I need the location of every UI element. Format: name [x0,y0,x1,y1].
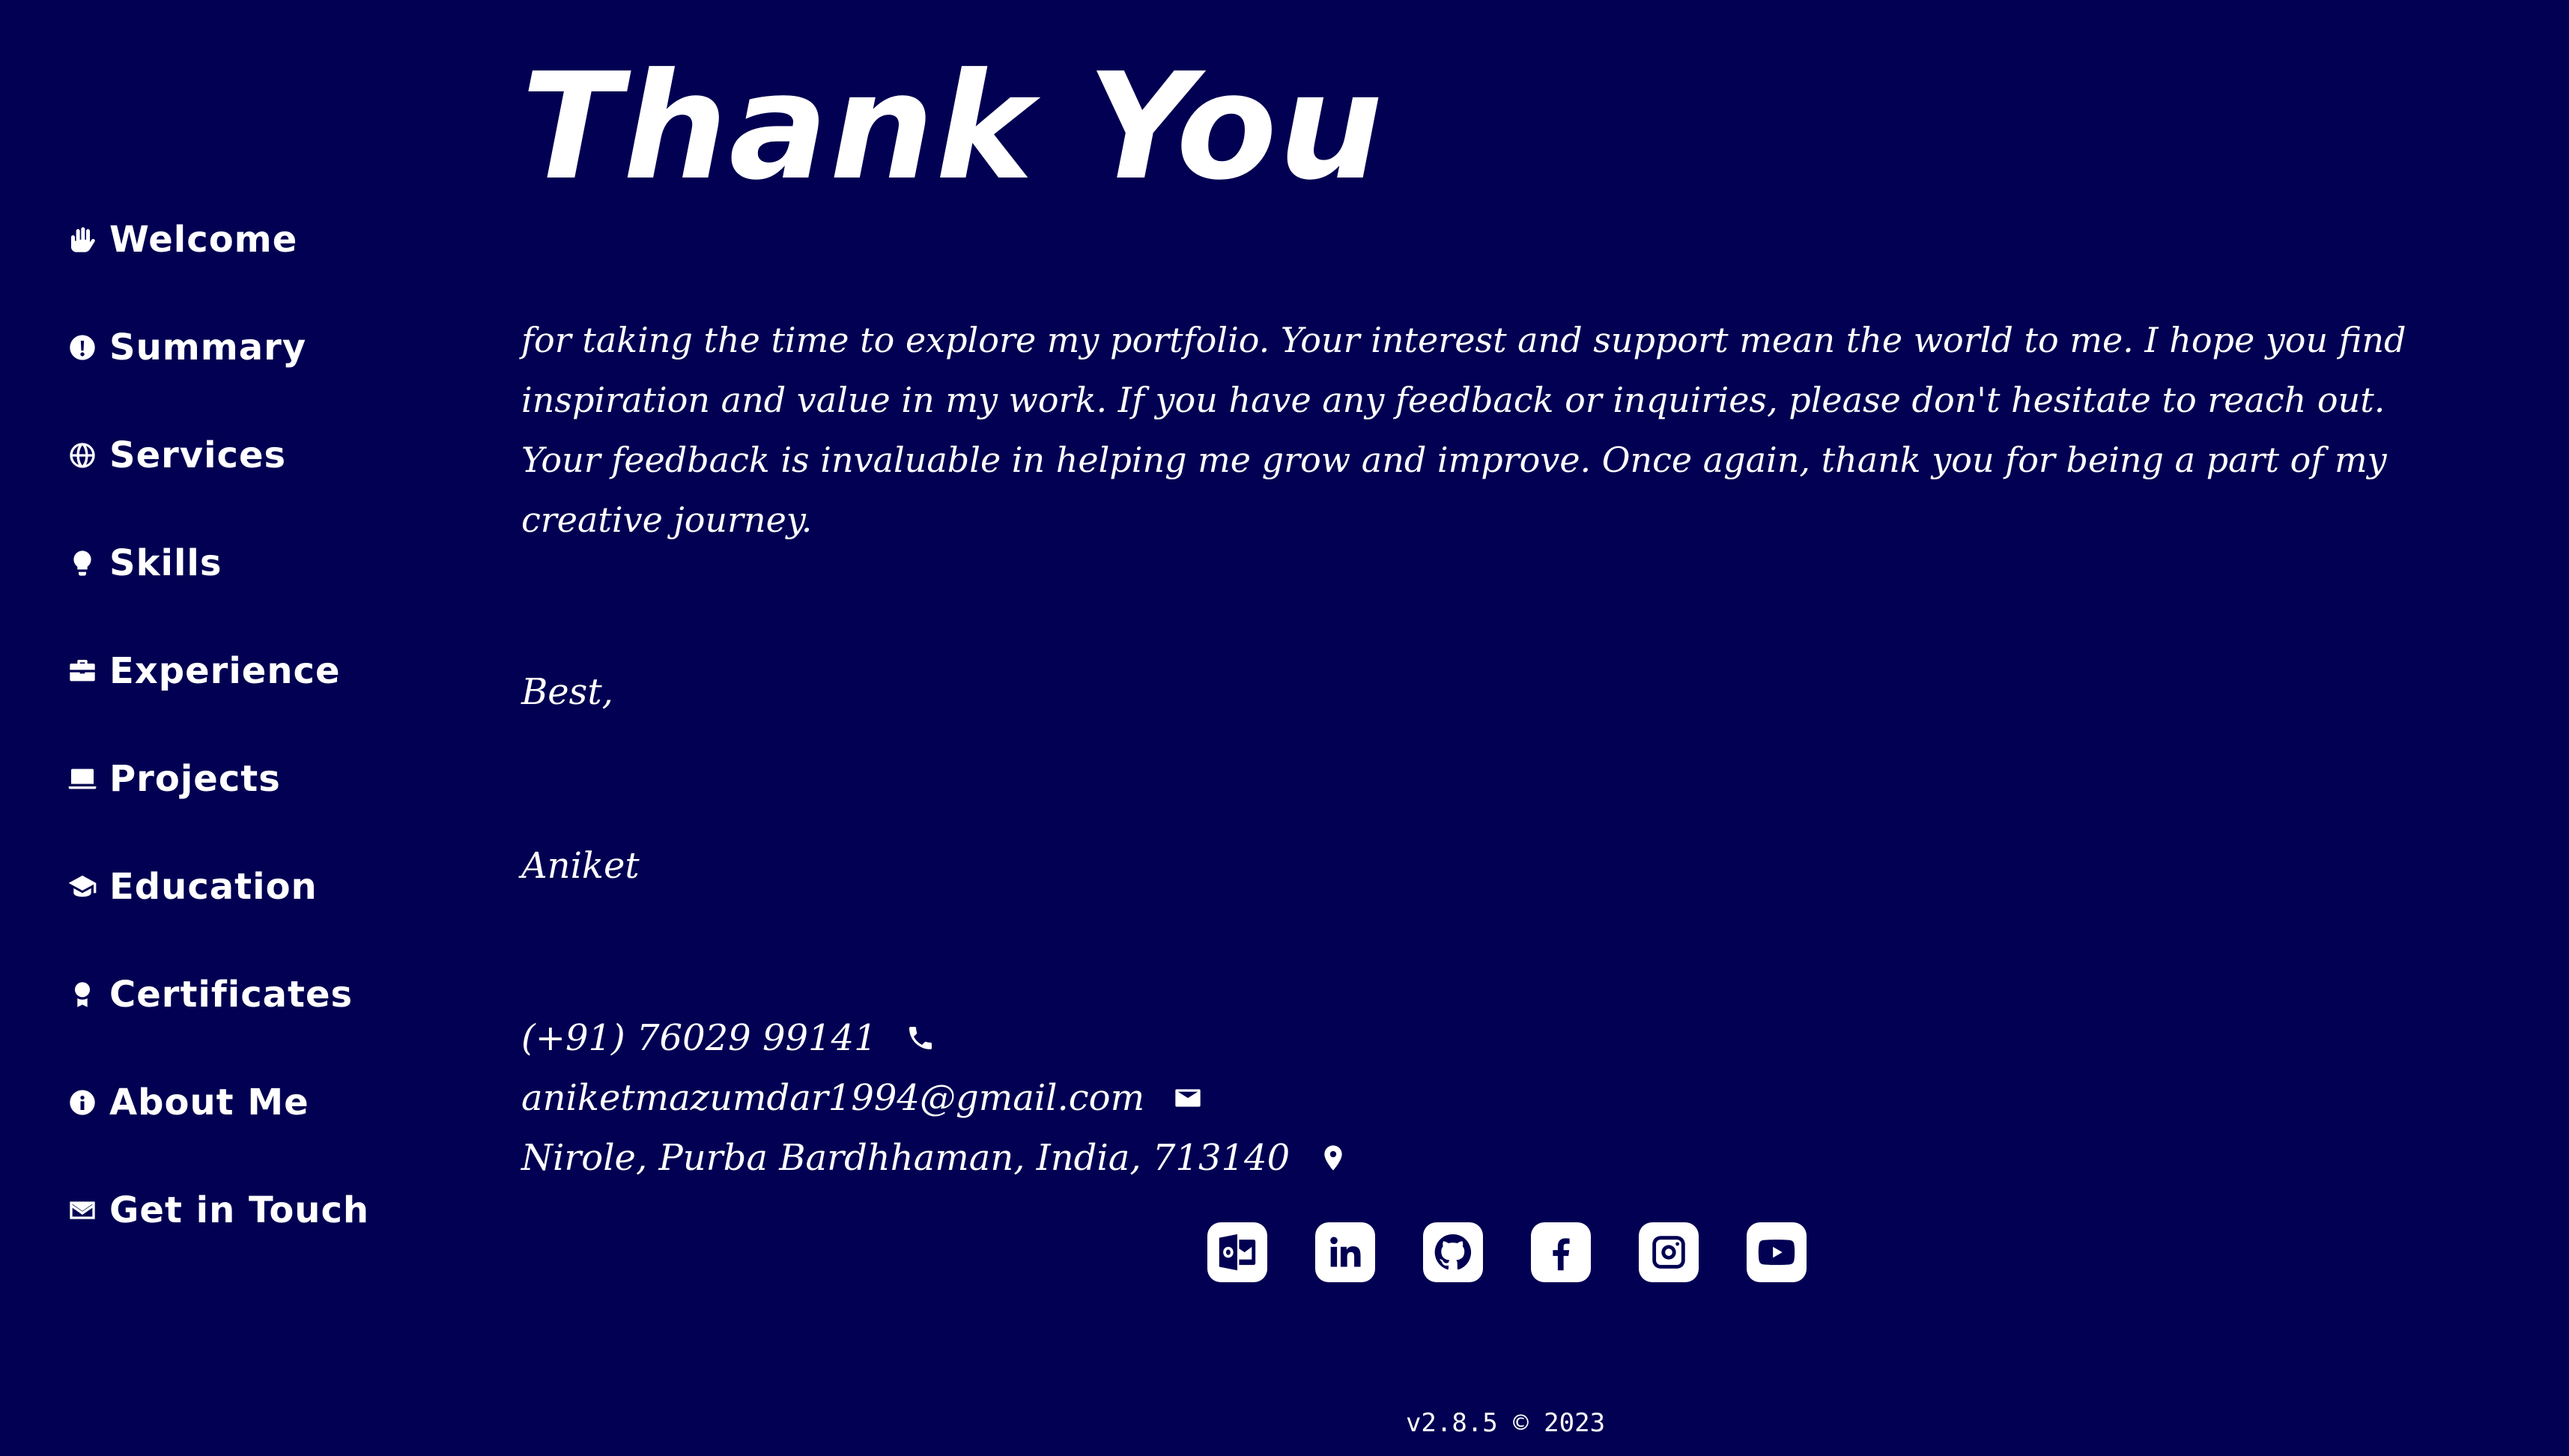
outlook-icon[interactable] [1207,1222,1267,1282]
sidebar-item-about-me[interactable]: About Me [66,1079,485,1126]
contact-info: (+91) 76029 99141 aniketmazumdar1994@gma… [521,1008,2454,1188]
graduation-cap-icon [66,870,99,903]
footer-version: v2.8.5 © 2023 [1405,1408,1606,1438]
sidebar-item-label: About Me [109,1082,309,1123]
page-title: Thank You [521,42,1385,213]
linkedin-icon[interactable] [1315,1222,1375,1282]
sidebar-item-label: Education [109,866,318,908]
signature-name: Aniket [521,845,640,887]
award-icon [66,978,99,1011]
sidebar-item-label: Welcome [109,219,298,261]
sidebar-item-certificates[interactable]: Certificates [66,971,485,1019]
contact-phone-row: (+91) 76029 99141 [521,1008,2454,1068]
main-content: Thank You for taking the time to explore… [521,45,2454,1188]
location-pin-icon [1317,1141,1350,1174]
sidebar-item-education[interactable]: Education [66,863,485,911]
sidebar-item-label: Certificates [109,974,354,1016]
sidebar-item-label: Summary [109,327,307,368]
sidebar-item-summary[interactable]: Summary [66,324,485,371]
laptop-icon [66,762,99,795]
sidebar-item-label: Skills [109,542,222,584]
sidebar-item-welcome[interactable]: Welcome [66,216,485,264]
phone-number[interactable]: (+91) 76029 99141 [521,1017,877,1059]
address-text: Nirole, Purba Bardhhaman, India, 713140 [521,1137,1290,1179]
waving-hand-icon [66,223,99,256]
lightbulb-icon [66,547,99,580]
page: Welcome Summary Services Skills Experien… [0,0,2569,1456]
youtube-icon[interactable] [1747,1222,1807,1282]
sidebar-item-projects[interactable]: Projects [66,755,485,803]
sidebar-item-label: Experience [109,650,341,692]
sidebar-item-label: Projects [109,758,281,800]
globe-icon [66,439,99,472]
phone-icon [904,1022,937,1055]
sidebar-item-services[interactable]: Services [66,431,485,479]
sidebar-item-experience[interactable]: Experience [66,647,485,695]
sidebar-item-skills[interactable]: Skills [66,539,485,587]
signoff-text: Best, [521,671,613,713]
social-links [1207,1222,1807,1282]
briefcase-icon [66,655,99,688]
sidebar-item-label: Get in Touch [109,1189,370,1231]
facebook-icon[interactable] [1531,1222,1591,1282]
github-icon[interactable] [1423,1222,1483,1282]
email-address[interactable]: aniketmazumdar1994@gmail.com [521,1077,1144,1119]
sidebar-item-get-in-touch[interactable]: Get in Touch [66,1186,485,1234]
contact-address-row: Nirole, Purba Bardhhaman, India, 713140 [521,1128,2454,1188]
instagram-icon[interactable] [1639,1222,1699,1282]
sidebar-nav: Welcome Summary Services Skills Experien… [66,216,485,1294]
exclamation-circle-icon [66,331,99,364]
contact-email-row: aniketmazumdar1994@gmail.com [521,1068,2454,1128]
thank-you-message: for taking the time to explore my portfo… [521,320,2406,540]
mail-icon [1171,1082,1204,1114]
envelope-icon [66,1194,99,1227]
info-circle-icon [66,1086,99,1119]
sidebar-item-label: Services [109,434,287,476]
